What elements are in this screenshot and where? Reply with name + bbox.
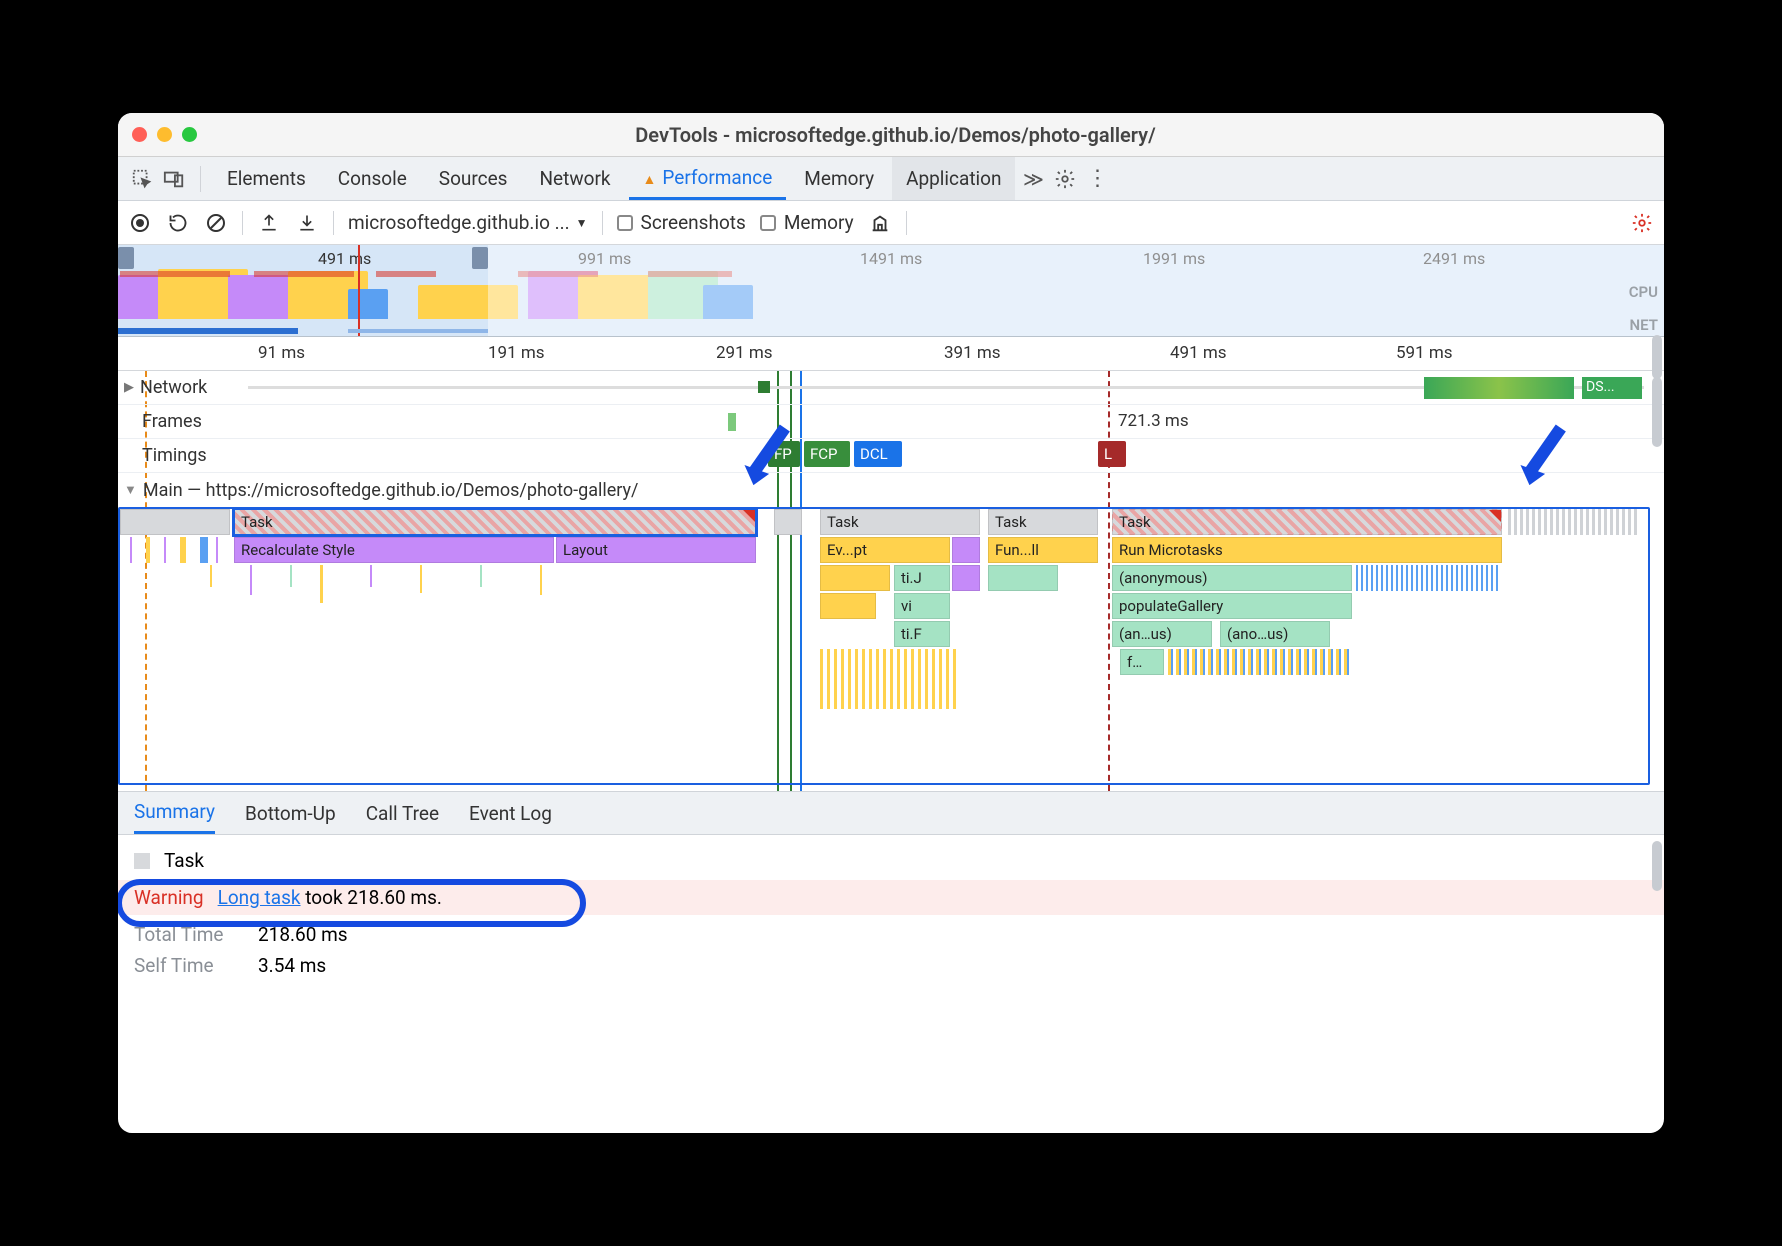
tab-bottomup[interactable]: Bottom-Up (245, 792, 336, 834)
tab-sources[interactable]: Sources (425, 157, 522, 200)
total-time-label: Total Time (134, 923, 244, 946)
perf-toolbar: microsoftedge.github.io ...▼ Screenshots… (118, 201, 1664, 245)
download-icon[interactable] (295, 211, 319, 235)
reload-icon[interactable] (166, 211, 190, 235)
tab-console[interactable]: Console (324, 157, 421, 200)
tab-memory[interactable]: Memory (790, 157, 888, 200)
overview-handle-left[interactable] (118, 247, 134, 269)
lane-network[interactable]: ▶ Network DS... (118, 371, 1664, 405)
maximize-window[interactable] (182, 127, 197, 142)
funll[interactable]: Fun...ll (988, 537, 1098, 563)
lane-timings[interactable]: Timings 721.3 ms FP FCP DCL L (118, 439, 1664, 473)
titlebar: DevTools - microsoftedge.github.io/Demos… (118, 113, 1664, 157)
details-tabs: Summary Bottom-Up Call Tree Event Log (118, 791, 1664, 835)
tiJ[interactable]: ti.J (894, 565, 950, 591)
long-task-link[interactable]: Long task (218, 886, 301, 909)
device-icon[interactable] (160, 165, 188, 193)
lane-frames[interactable]: Frames (118, 405, 1664, 439)
task-bar[interactable]: Task (1112, 509, 1502, 535)
lanes-scrollbar[interactable] (1652, 377, 1662, 447)
tab-performance[interactable]: Performance (629, 157, 787, 200)
tiF[interactable]: ti.F (894, 621, 950, 647)
tab-network[interactable]: Network (525, 157, 624, 200)
lane-main-header[interactable]: ▼ Main — https://microsoftedge.github.io… (118, 473, 1664, 507)
warning-row: Warning Long task took 218.60 ms. (118, 880, 1664, 915)
evpt[interactable]: Ev...pt (820, 537, 950, 563)
self-time-value: 3.54 ms (258, 954, 326, 977)
collapse-icon[interactable]: ▼ (124, 482, 137, 498)
cpu-label: CPU (1629, 283, 1658, 301)
task-swatch (134, 853, 150, 869)
tab-application[interactable]: Application (892, 157, 1015, 200)
summary-panel: Task Warning Long task took 218.60 ms. T… (118, 835, 1664, 1001)
summary-scrollbar[interactable] (1652, 841, 1662, 891)
window-title: DevTools - microsoftedge.github.io/Demos… (197, 123, 1594, 147)
panel-tabs: Elements Console Sources Network Perform… (118, 157, 1664, 201)
tab-summary[interactable]: Summary (134, 792, 215, 834)
overview-handle-right[interactable] (472, 247, 488, 269)
total-time-value: 218.60 ms (258, 923, 348, 946)
settings-icon[interactable] (1051, 165, 1079, 193)
selected-task[interactable]: Task (234, 509, 756, 535)
record-icon[interactable] (128, 211, 152, 235)
self-time-label: Self Time (134, 954, 244, 977)
annotation-arrow (740, 421, 796, 495)
tab-elements[interactable]: Elements (213, 157, 320, 200)
vi[interactable]: vi (894, 593, 950, 619)
kebab-icon[interactable]: ⋮ (1083, 165, 1111, 193)
marker-label: 721.3 ms (1118, 411, 1189, 431)
anon3[interactable]: (ano…us) (1220, 621, 1330, 647)
flamechart-area[interactable]: ▶ Network DS... Frames Timings 721.3 ms … (118, 371, 1664, 791)
target-dropdown[interactable]: microsoftedge.github.io ...▼ (348, 211, 588, 234)
upload-icon[interactable] (257, 211, 281, 235)
ds-chunk: DS... (1582, 377, 1642, 399)
tab-calltree[interactable]: Call Tree (366, 792, 439, 834)
more-tabs-icon[interactable]: ≫ (1019, 165, 1047, 193)
expand-icon[interactable]: ▶ (124, 380, 134, 395)
run-microtasks[interactable]: Run Microtasks (1112, 537, 1502, 563)
summary-task-name: Task (164, 849, 204, 872)
recalc-style[interactable]: Recalculate Style (234, 537, 554, 563)
warning-icon (643, 166, 657, 189)
net-label: NET (1630, 316, 1658, 334)
clear-icon[interactable] (204, 211, 228, 235)
populate-gallery[interactable]: populateGallery (1112, 593, 1352, 619)
capture-settings-icon[interactable] (1630, 211, 1654, 235)
task-bar[interactable]: Task (820, 509, 980, 535)
close-window[interactable] (132, 127, 147, 142)
gc-icon[interactable] (868, 211, 892, 235)
warning-label: Warning (134, 886, 204, 909)
memory-checkbox[interactable]: Memory (760, 211, 854, 234)
overview-timeline[interactable]: 491 ms 991 ms 1491 ms 1991 ms 2491 ms (118, 245, 1664, 337)
minimize-window[interactable] (157, 127, 172, 142)
annotation-arrow (1516, 421, 1572, 495)
anon2[interactable]: (an…us) (1112, 621, 1212, 647)
inspect-icon[interactable] (128, 165, 156, 193)
screenshots-checkbox[interactable]: Screenshots (617, 211, 746, 234)
time-ruler[interactable]: 91 ms 191 ms 291 ms 391 ms 491 ms 591 ms (118, 337, 1664, 371)
tab-eventlog[interactable]: Event Log (469, 792, 552, 834)
devtools-window: DevTools - microsoftedge.github.io/Demos… (118, 113, 1664, 1133)
task-bar[interactable]: Task (988, 509, 1098, 535)
layout-bar[interactable]: Layout (556, 537, 756, 563)
anonymous[interactable]: (anonymous) (1112, 565, 1352, 591)
f[interactable]: f… (1120, 649, 1164, 675)
traffic-lights (132, 127, 197, 142)
